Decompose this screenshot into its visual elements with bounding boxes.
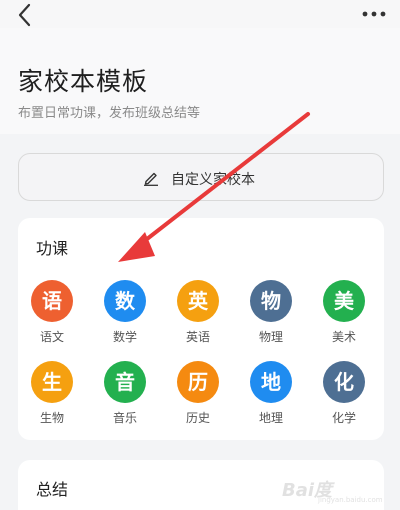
subject-item[interactable]: 语语文: [22, 280, 82, 346]
subject-item[interactable]: 化化学: [314, 361, 374, 427]
subject-icon: 音: [104, 361, 146, 403]
homework-card: 功课 语语文数数学英英语物物理美美术生生物音音乐历历史地地理化化学: [18, 218, 384, 440]
watermark-sub: jingyan.baidu.com: [318, 496, 383, 504]
subject-item[interactable]: 英英语: [168, 280, 228, 346]
subject-icon: 地: [250, 361, 292, 403]
chevron-left-icon[interactable]: [12, 2, 40, 28]
subject-item[interactable]: 音音乐: [95, 361, 155, 427]
page-title: 家校本模板: [18, 67, 149, 96]
subject-label: 数学: [112, 330, 137, 344]
subject-icon: 化: [323, 361, 365, 403]
subject-label: 音乐: [112, 411, 137, 425]
subject-label: 英语: [185, 330, 210, 344]
subject-label: 物理: [258, 330, 283, 344]
subject-icon: 生: [31, 361, 73, 403]
subject-item[interactable]: 物物理: [241, 280, 301, 346]
subject-item[interactable]: 历历史: [168, 361, 228, 427]
subject-item[interactable]: 生生物: [22, 361, 82, 427]
subject-item[interactable]: 地地理: [241, 361, 301, 427]
subject-icon: 物: [250, 280, 292, 322]
subject-label: 语文: [39, 330, 64, 344]
custom-notebook-label: 自定义家校本: [171, 172, 255, 188]
subject-icon: 美: [323, 280, 365, 322]
pen-icon: [144, 172, 158, 186]
subject-icon: 数: [104, 280, 146, 322]
subject-label: 美术: [331, 330, 356, 344]
subject-item[interactable]: 数数学: [95, 280, 155, 346]
subject-label: 化学: [331, 411, 356, 425]
summary-title: 总结: [36, 480, 69, 499]
subject-icon: 英: [177, 280, 219, 322]
custom-notebook-button[interactable]: 自定义家校本: [18, 153, 384, 201]
page-header: 家校本模板 布置日常功课，发布班级总结等: [0, 28, 400, 134]
top-bar: [0, 0, 400, 28]
watermark: Bai度 jingyan.baidu.com: [282, 468, 394, 504]
homework-title: 功课: [36, 239, 69, 258]
subject-icon: 历: [177, 361, 219, 403]
subject-label: 生物: [39, 411, 64, 425]
more-dots-icon[interactable]: [360, 4, 388, 24]
subject-item[interactable]: 美美术: [314, 280, 374, 346]
subject-label: 历史: [185, 411, 210, 425]
page-subtitle: 布置日常功课，发布班级总结等: [18, 106, 201, 121]
subject-icon: 语: [31, 280, 73, 322]
subject-label: 地理: [258, 411, 283, 425]
page: 家校本模板 布置日常功课，发布班级总结等 自定义家校本 功课 语语文数数学英英语…: [0, 0, 400, 510]
